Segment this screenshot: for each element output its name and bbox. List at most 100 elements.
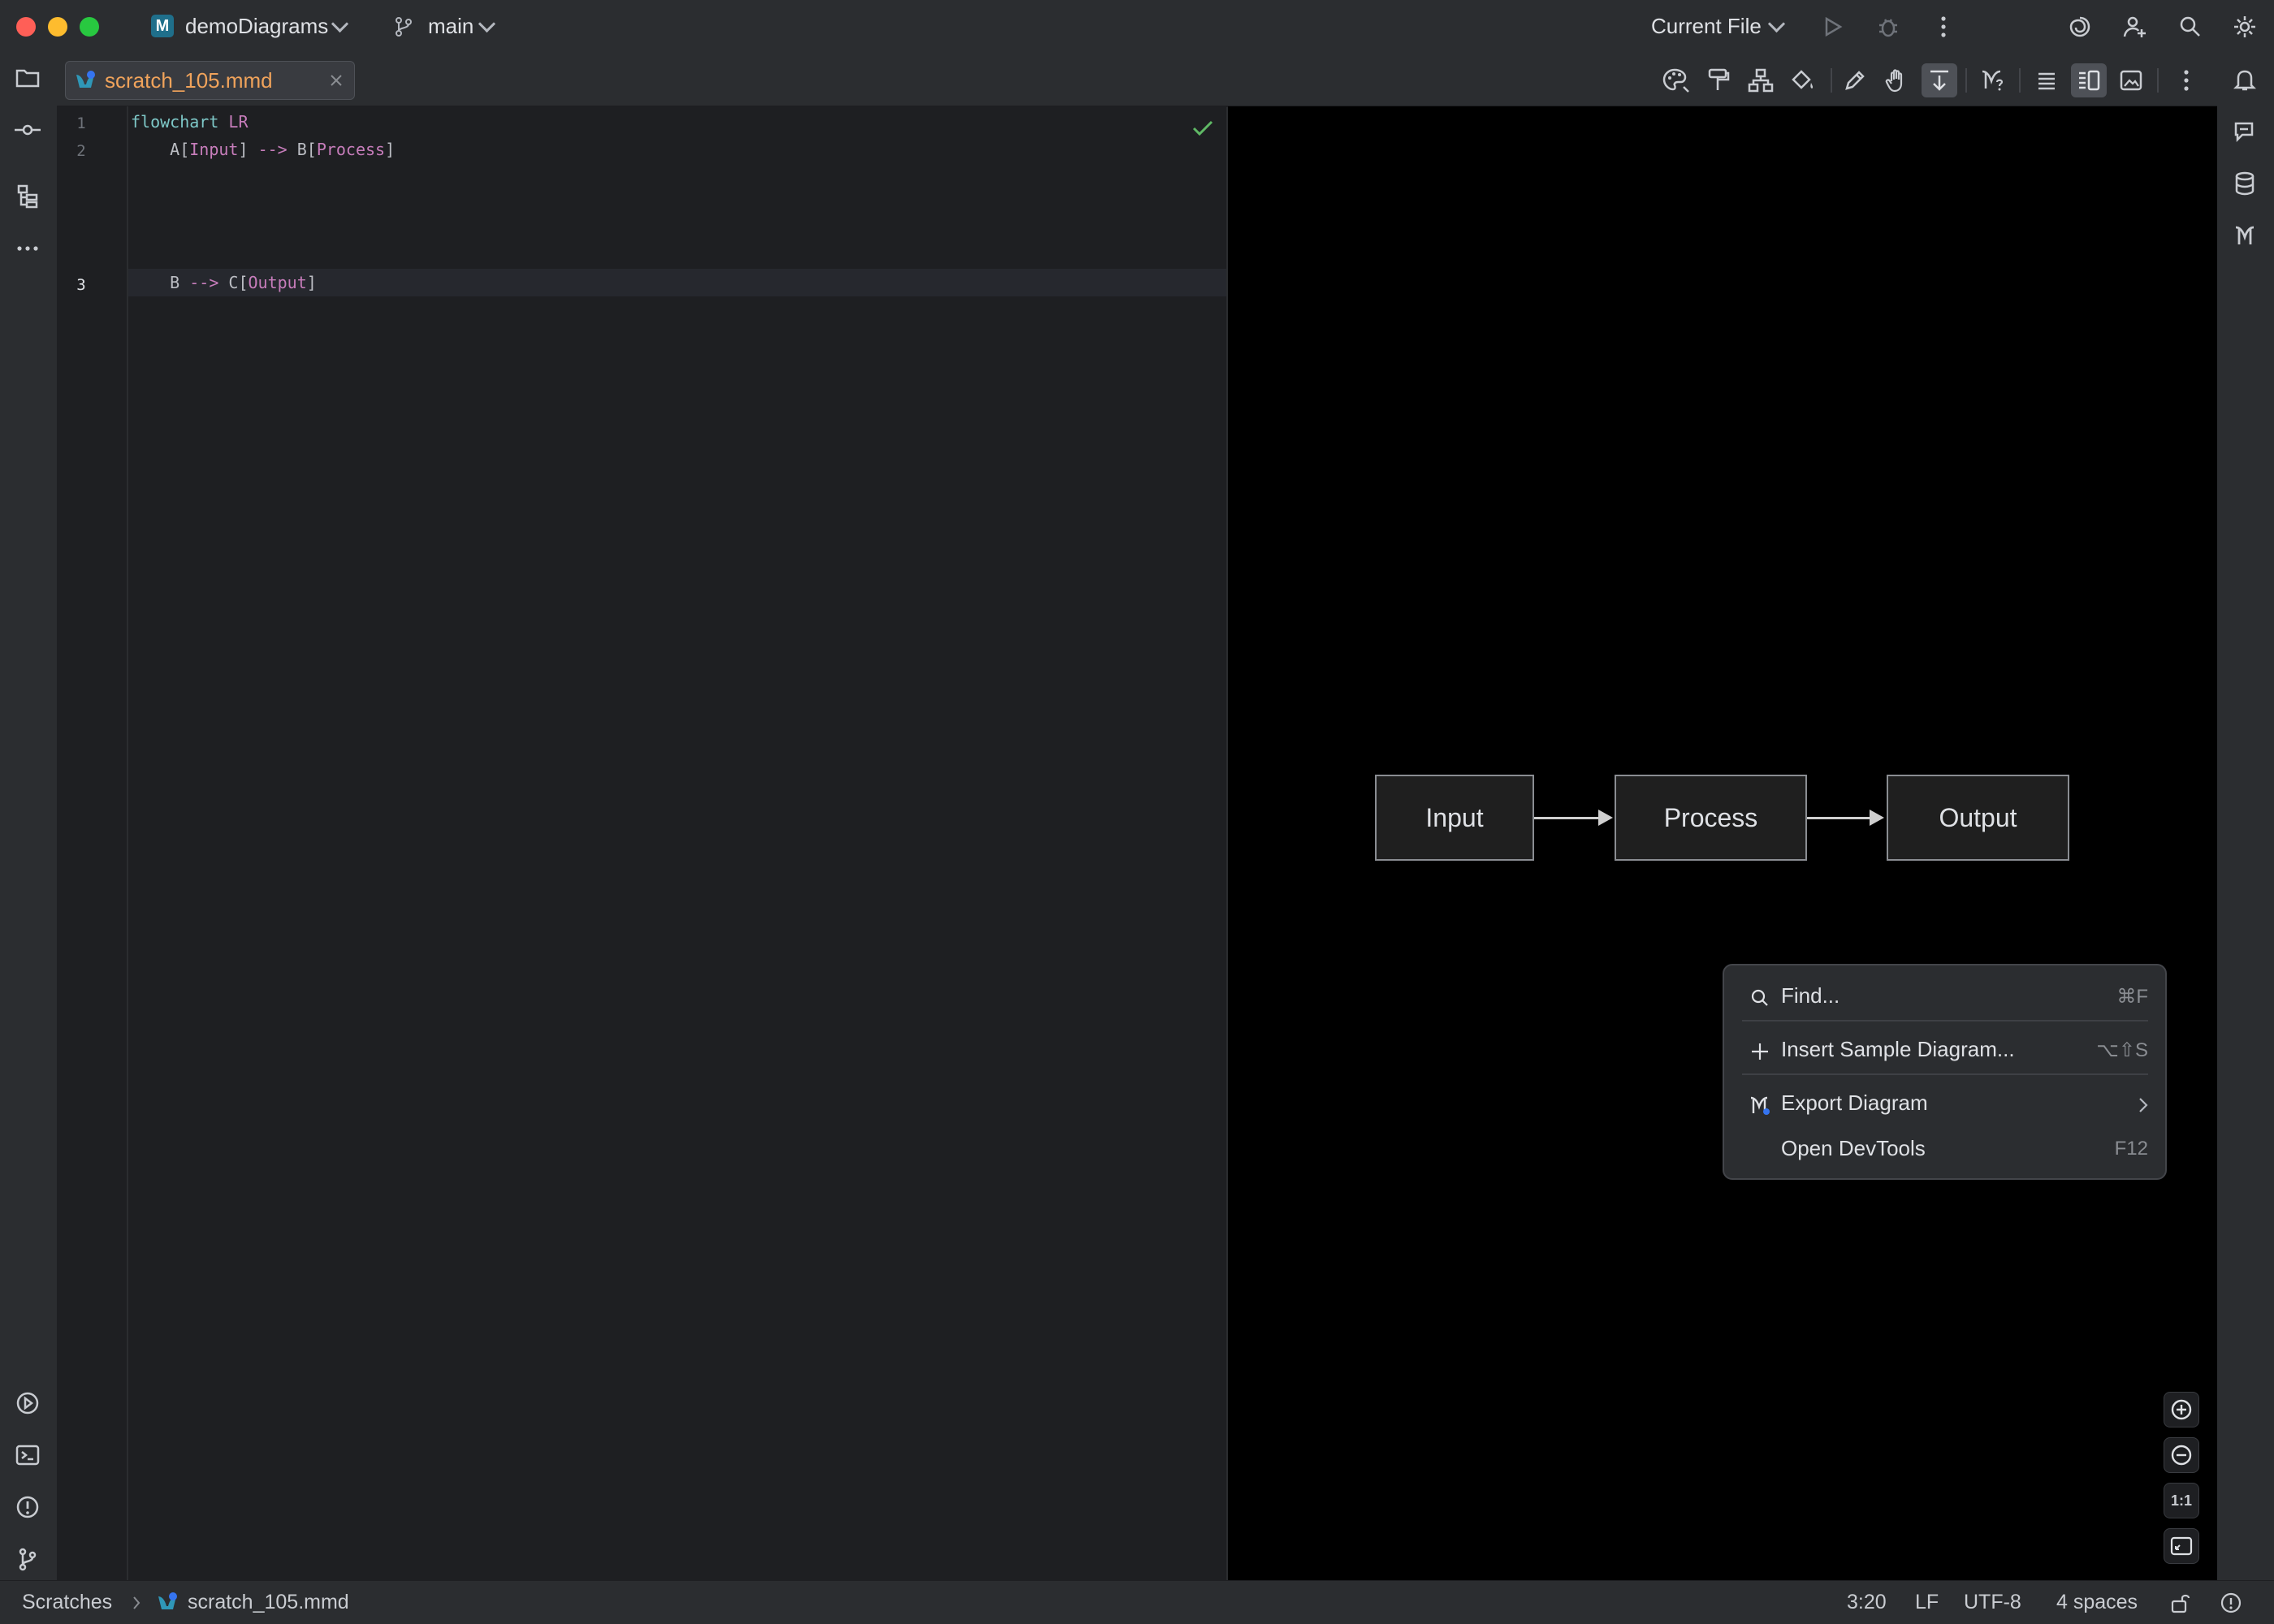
tab-scratch-file[interactable]: scratch_105.mmd — [65, 61, 355, 100]
line-number: 3 — [76, 276, 86, 294]
git-icon[interactable] — [13, 1544, 42, 1574]
theme-palette-icon[interactable] — [1658, 63, 1694, 97]
shortcut-label: ⌘F — [2116, 986, 2148, 1008]
problems-icon[interactable] — [13, 1492, 42, 1522]
shortcut-label: F12 — [2114, 1138, 2148, 1160]
fit-to-screen-button[interactable] — [2164, 1528, 2199, 1564]
title-bar: M demoDiagrams main Current File — [0, 0, 2274, 54]
services-icon[interactable] — [13, 1389, 42, 1418]
node-output[interactable]: Output — [1887, 775, 2069, 861]
close-icon[interactable] — [327, 71, 345, 89]
project-name[interactable]: demoDiagrams — [185, 11, 328, 41]
menu-item-label: Find... — [1781, 983, 1840, 1008]
editor-only-icon[interactable] — [2029, 63, 2064, 97]
breadcrumb-root[interactable]: Scratches — [22, 1591, 112, 1614]
diagram-help-icon[interactable] — [1975, 63, 2011, 97]
unlock-icon[interactable] — [2168, 1591, 2193, 1615]
code-line-1: flowchart LR — [131, 108, 249, 136]
project-icon: M — [151, 15, 174, 37]
ide-window: M demoDiagrams main Current File scratch… — [0, 0, 2274, 1624]
run-config-selector[interactable]: Current File — [1651, 11, 1762, 41]
code-token: ] — [238, 140, 258, 159]
code-line-3: B --> C[Output] — [131, 269, 317, 296]
shortcut-label: ⌥⇧S — [2096, 1039, 2148, 1061]
fit-screen-icon — [2170, 1536, 2193, 1556]
right-tool-window-bar — [2217, 54, 2274, 1580]
more-vertical-icon[interactable] — [1931, 13, 1956, 41]
breadcrumb-file[interactable]: scratch_105.mmd — [188, 1591, 349, 1614]
zoom-in-icon — [2171, 1399, 2192, 1420]
structure-icon[interactable] — [13, 182, 42, 211]
menu-item-find[interactable]: Find... ⌘F — [1734, 972, 2156, 1024]
close-window-button[interactable] — [16, 17, 36, 37]
ai-assistant-icon[interactable] — [2066, 13, 2094, 41]
line-ending[interactable]: LF — [1915, 1591, 1939, 1614]
terminal-icon[interactable] — [13, 1440, 42, 1470]
code-token: C[ — [218, 273, 249, 292]
arrow-head — [1598, 810, 1613, 826]
toolbar-separator — [1831, 68, 1832, 93]
mermaid-file-icon — [74, 69, 97, 92]
auto-scroll-icon[interactable] — [1922, 63, 1957, 97]
menu-separator — [1742, 1073, 2148, 1075]
code-token: Input — [189, 140, 239, 159]
more-vertical-icon[interactable] — [2168, 63, 2204, 97]
edge-line — [1807, 817, 1872, 819]
code-token: Output — [248, 273, 307, 292]
format-brush-icon[interactable] — [1701, 63, 1736, 97]
menu-item-insert-sample-diagram[interactable]: Insert Sample Diagram... ⌥⇧S — [1734, 1026, 2156, 1078]
add-user-icon[interactable] — [2121, 13, 2149, 41]
tab-label: scratch_105.mmd — [105, 68, 273, 93]
caret-position[interactable]: 3:20 — [1847, 1591, 1887, 1614]
node-input[interactable]: Input — [1375, 775, 1534, 861]
actual-size-button[interactable]: 1:1 — [2164, 1483, 2199, 1518]
mermaid-logo-icon — [1749, 1094, 1771, 1116]
minimize-window-button[interactable] — [48, 17, 67, 37]
file-encoding[interactable]: UTF-8 — [1964, 1591, 2021, 1614]
database-icon[interactable] — [2230, 169, 2259, 198]
mermaid-logo-icon[interactable] — [2230, 221, 2259, 250]
menu-item-export-diagram[interactable]: Export Diagram — [1734, 1079, 2156, 1131]
fill-bucket-icon[interactable] — [1785, 63, 1821, 97]
check-icon — [1191, 116, 1215, 140]
arrow-head — [1870, 810, 1884, 826]
menu-item-open-devtools[interactable]: Open DevTools F12 — [1734, 1125, 2156, 1177]
code-token: --> — [257, 140, 287, 159]
run-icon[interactable] — [1819, 13, 1847, 41]
code-editor[interactable]: 1 2 3 flowchart LR A[Input] --> B[Proces… — [57, 106, 1226, 1580]
line-number-gutter — [57, 106, 128, 1580]
context-menu: Find... ⌘F Insert Sample Diagram... ⌥⇧S … — [1723, 964, 2167, 1180]
chevron-down-icon[interactable] — [478, 15, 496, 33]
split-view-icon[interactable] — [2071, 63, 2107, 97]
ai-chat-icon[interactable] — [2230, 117, 2259, 146]
indent-setting[interactable]: 4 spaces — [2056, 1591, 2138, 1614]
zoom-in-button[interactable] — [2164, 1392, 2199, 1427]
hand-pan-icon[interactable] — [1879, 63, 1915, 97]
pencil-icon[interactable] — [1837, 63, 1873, 97]
zoom-out-button[interactable] — [2164, 1437, 2199, 1473]
maximize-window-button[interactable] — [80, 17, 99, 37]
diagram-preview[interactable]: Input Process Output — [1228, 106, 2217, 1580]
more-horizontal-icon[interactable] — [13, 234, 42, 263]
branch-name[interactable]: main — [428, 11, 473, 41]
debug-icon[interactable] — [1874, 13, 1902, 41]
gear-icon[interactable] — [2231, 13, 2259, 41]
toolbar-separator — [2157, 68, 2159, 93]
chevron-down-icon[interactable] — [331, 15, 349, 33]
chevron-right-icon — [2135, 1095, 2151, 1115]
node-process[interactable]: Process — [1615, 775, 1807, 861]
search-icon — [1749, 987, 1771, 1009]
preview-only-icon[interactable] — [2113, 63, 2149, 97]
layout-tree-icon[interactable] — [1743, 63, 1779, 97]
chevron-down-icon[interactable] — [1767, 15, 1786, 33]
code-token: B — [131, 273, 190, 292]
menu-item-label: Insert Sample Diagram... — [1781, 1037, 2015, 1061]
problems-icon[interactable] — [2219, 1591, 2243, 1615]
branch-icon — [391, 15, 416, 39]
notifications-bell-icon[interactable] — [2230, 65, 2259, 94]
commit-icon[interactable] — [13, 115, 42, 145]
search-icon[interactable] — [2177, 13, 2204, 41]
code-token: LR — [228, 112, 249, 132]
folder-icon[interactable] — [13, 63, 42, 93]
